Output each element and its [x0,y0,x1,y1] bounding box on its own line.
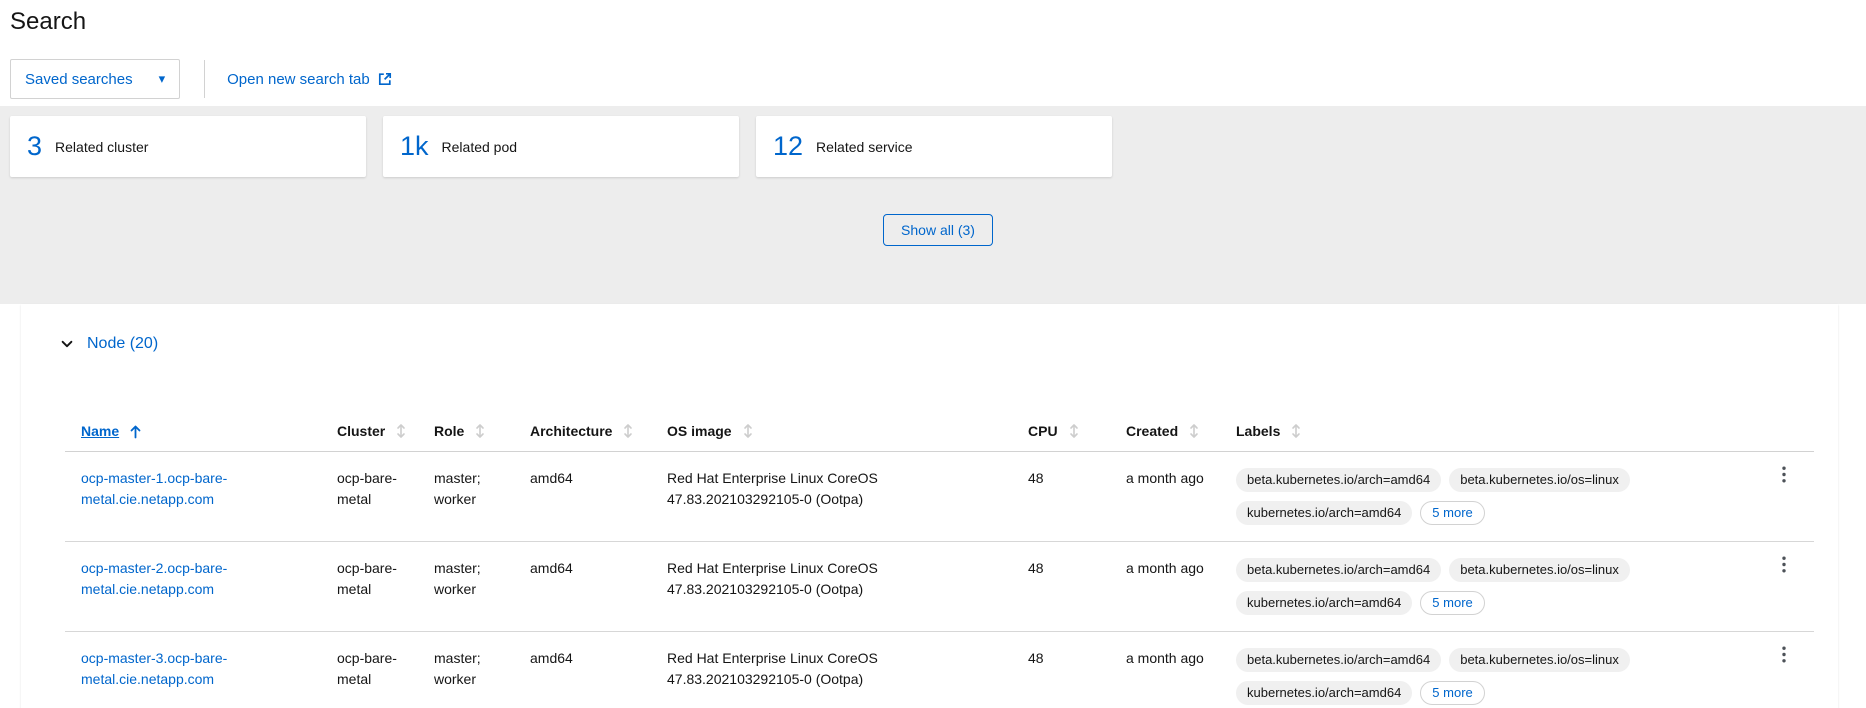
node-name-link[interactable]: ocp-master-1.ocp-bare-metal.cie.netapp.c… [81,468,261,510]
cell-cluster: ocp-bare-metal [321,542,418,632]
page-title: Search [10,6,1866,38]
open-new-search-tab-link[interactable]: Open new search tab [227,71,393,88]
labels-more-link[interactable]: 5 more [1420,501,1484,525]
cell-role: master; worker [418,542,514,632]
cell-created: a month ago [1110,452,1220,542]
labels-more-link[interactable]: 5 more [1420,681,1484,705]
related-pod-card[interactable]: 1k Related pod [383,116,739,177]
saved-searches-dropdown[interactable]: Saved searches ▾ [10,59,180,99]
cell-cpu: 48 [1012,452,1110,542]
column-header-name[interactable]: Name [65,415,321,452]
column-header-role[interactable]: Role [418,415,514,452]
cell-architecture: amd64 [514,632,651,708]
table-header-row: Name Cluster [65,415,1814,452]
cell-os-image: Red Hat Enterprise Linux CoreOS 47.83.20… [651,632,1012,708]
sort-icon [1189,423,1199,439]
label-pill: beta.kubernetes.io/arch=amd64 [1236,468,1441,492]
node-section-toggle[interactable]: Node (20) [41,335,158,353]
node-name-link[interactable]: ocp-master-2.ocp-bare-metal.cie.netapp.c… [81,558,261,600]
labels-more-link[interactable]: 5 more [1420,591,1484,615]
summary-cards: 3 Related cluster 1k Related pod 12 Rela… [10,116,1866,177]
page-header: Search Saved searches ▾ Open new search … [0,0,1866,99]
related-cluster-label: Related cluster [55,139,148,155]
related-pod-label: Related pod [442,139,518,155]
cell-architecture: amd64 [514,542,651,632]
search-toolbar: Saved searches ▾ Open new search tab [10,59,1866,99]
external-link-icon [377,71,393,87]
sort-icon [1291,423,1301,439]
cell-cluster: ocp-bare-metal [321,452,418,542]
column-header-created[interactable]: Created [1110,415,1220,452]
cell-role: master; worker [418,632,514,708]
cell-os-image: Red Hat Enterprise Linux CoreOS 47.83.20… [651,542,1012,632]
related-service-count: 12 [773,133,803,160]
search-page: Search Saved searches ▾ Open new search … [0,0,1866,708]
caret-down-icon: ▾ [159,74,166,84]
column-header-labels[interactable]: Labels [1220,415,1754,452]
column-header-architecture[interactable]: Architecture [514,415,651,452]
table-row: ocp-master-3.ocp-bare-metal.cie.netapp.c… [65,632,1814,708]
cell-labels: beta.kubernetes.io/arch=amd64 beta.kuber… [1220,452,1754,542]
sort-icon [743,423,753,439]
row-actions-kebab-button[interactable] [1776,464,1792,485]
table-row: ocp-master-2.ocp-bare-metal.cie.netapp.c… [65,542,1814,632]
cell-created: a month ago [1110,542,1220,632]
saved-searches-label: Saved searches [25,71,133,88]
sort-icon [1069,423,1079,439]
column-header-os-image[interactable]: OS image [651,415,1012,452]
kebab-icon [1782,646,1786,663]
sort-ascending-icon [130,424,141,439]
label-pill: kubernetes.io/arch=amd64 [1236,501,1412,525]
cell-cpu: 48 [1012,632,1110,708]
related-service-label: Related service [816,139,913,155]
label-pill: beta.kubernetes.io/os=linux [1449,558,1630,582]
sort-icon [396,423,406,439]
kebab-icon [1782,466,1786,483]
cell-labels: beta.kubernetes.io/arch=amd64 beta.kuber… [1220,542,1754,632]
node-table: Name Cluster [65,415,1814,708]
cell-created: a month ago [1110,632,1220,708]
label-pill: beta.kubernetes.io/os=linux [1449,648,1630,672]
cell-labels: beta.kubernetes.io/arch=amd64 beta.kuber… [1220,632,1754,708]
label-pill: kubernetes.io/arch=amd64 [1236,681,1412,705]
cell-role: master; worker [418,452,514,542]
cell-cluster: ocp-bare-metal [321,632,418,708]
column-header-actions [1754,415,1814,452]
related-service-card[interactable]: 12 Related service [756,116,1112,177]
label-pill: beta.kubernetes.io/os=linux [1449,468,1630,492]
label-pill: beta.kubernetes.io/arch=amd64 [1236,558,1441,582]
node-results-card: Node (20) Name [21,304,1838,708]
cell-cpu: 48 [1012,542,1110,632]
show-all-button[interactable]: Show all (3) [883,214,993,246]
toolbar-divider [204,60,205,98]
label-pill: beta.kubernetes.io/arch=amd64 [1236,648,1441,672]
sort-icon [623,423,633,439]
sort-icon [475,423,485,439]
cell-architecture: amd64 [514,452,651,542]
related-cluster-card[interactable]: 3 Related cluster [10,116,366,177]
cell-os-image: Red Hat Enterprise Linux CoreOS 47.83.20… [651,452,1012,542]
column-header-cpu[interactable]: CPU [1012,415,1110,452]
related-pod-count: 1k [400,133,429,160]
node-section-title: Node (20) [87,335,158,353]
kebab-icon [1782,556,1786,573]
node-name-link[interactable]: ocp-master-3.ocp-bare-metal.cie.netapp.c… [81,648,261,690]
related-results-band: 3 Related cluster 1k Related pod 12 Rela… [0,106,1866,304]
row-actions-kebab-button[interactable] [1776,644,1792,665]
related-cluster-count: 3 [27,133,42,160]
row-actions-kebab-button[interactable] [1776,554,1792,575]
column-header-cluster[interactable]: Cluster [321,415,418,452]
label-pill: kubernetes.io/arch=amd64 [1236,591,1412,615]
chevron-down-icon [60,337,74,351]
table-row: ocp-master-1.ocp-bare-metal.cie.netapp.c… [65,452,1814,542]
open-new-search-tab-label: Open new search tab [227,71,370,88]
